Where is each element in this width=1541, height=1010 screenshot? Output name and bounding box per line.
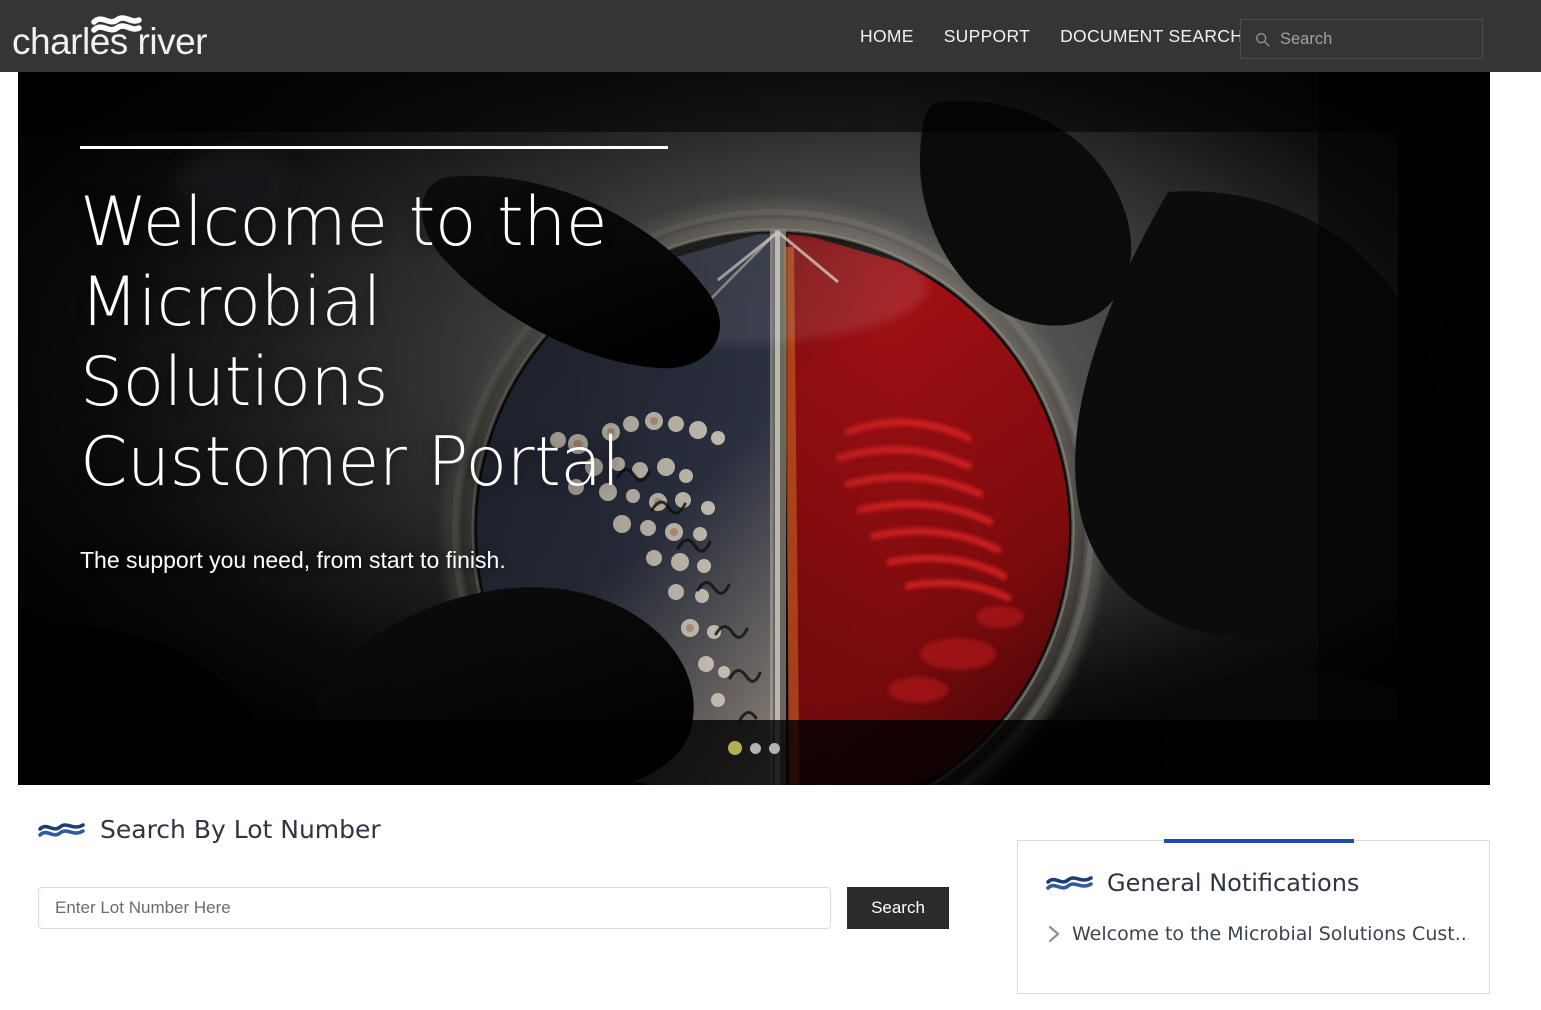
header-search-input[interactable] <box>1280 29 1470 49</box>
notifications-list: Welcome to the Microbial Solutions Cust.… <box>1018 923 1489 945</box>
chevron-right-icon <box>1048 925 1060 943</box>
hero-subtitle: The support you need, from start to fini… <box>80 547 506 573</box>
nav-support[interactable]: SUPPORT <box>929 0 1045 72</box>
lot-search-header: Search By Lot Number <box>38 815 958 844</box>
hero-carousel: Welcome to the Microbial Solutions Custo… <box>18 72 1490 785</box>
wave-logo-icon: charles river <box>12 15 208 62</box>
notification-item-text: Welcome to the Microbial Solutions Cust.… <box>1072 923 1469 945</box>
wave-logo-icon <box>1046 876 1093 890</box>
nav-document-search[interactable]: DOCUMENT SEARCH <box>1045 0 1258 72</box>
lot-search-button[interactable]: Search <box>847 887 949 929</box>
lot-search-section: Search By Lot Number Search <box>38 815 958 929</box>
lot-search-form: Search <box>38 887 958 929</box>
notifications-header: General Notifications <box>1018 841 1489 897</box>
svg-text:charles river: charles river <box>12 21 207 62</box>
carousel-dot-2[interactable] <box>750 742 761 754</box>
lot-search-title: Search By Lot Number <box>100 815 381 844</box>
main-navigation: HOME SUPPORT DOCUMENT SEARCH <box>845 0 1258 72</box>
hero-divider-rule <box>80 146 668 149</box>
panel-accent-bar <box>1164 839 1354 843</box>
brand-logo[interactable]: charles river <box>8 8 223 64</box>
header-search-box[interactable] <box>1240 19 1483 59</box>
search-icon <box>1255 32 1270 46</box>
general-notifications-panel: General Notifications Welcome to the Mic… <box>1017 839 1490 994</box>
list-item[interactable]: Welcome to the Microbial Solutions Cust.… <box>1018 923 1489 945</box>
nav-home[interactable]: HOME <box>845 0 929 72</box>
carousel-dots <box>18 741 1490 755</box>
site-header: charles river HOME SUPPORT DOCUMENT SEAR… <box>0 0 1541 72</box>
notifications-title: General Notifications <box>1107 869 1360 897</box>
hero-title: Welcome to the Microbial Solutions Custo… <box>80 183 620 502</box>
carousel-dot-3[interactable] <box>769 742 780 754</box>
wave-logo-icon <box>38 822 85 837</box>
hero-content: Welcome to the Microbial Solutions Custo… <box>80 146 700 574</box>
lot-number-input[interactable] <box>38 887 831 929</box>
carousel-dot-1[interactable] <box>728 741 742 755</box>
